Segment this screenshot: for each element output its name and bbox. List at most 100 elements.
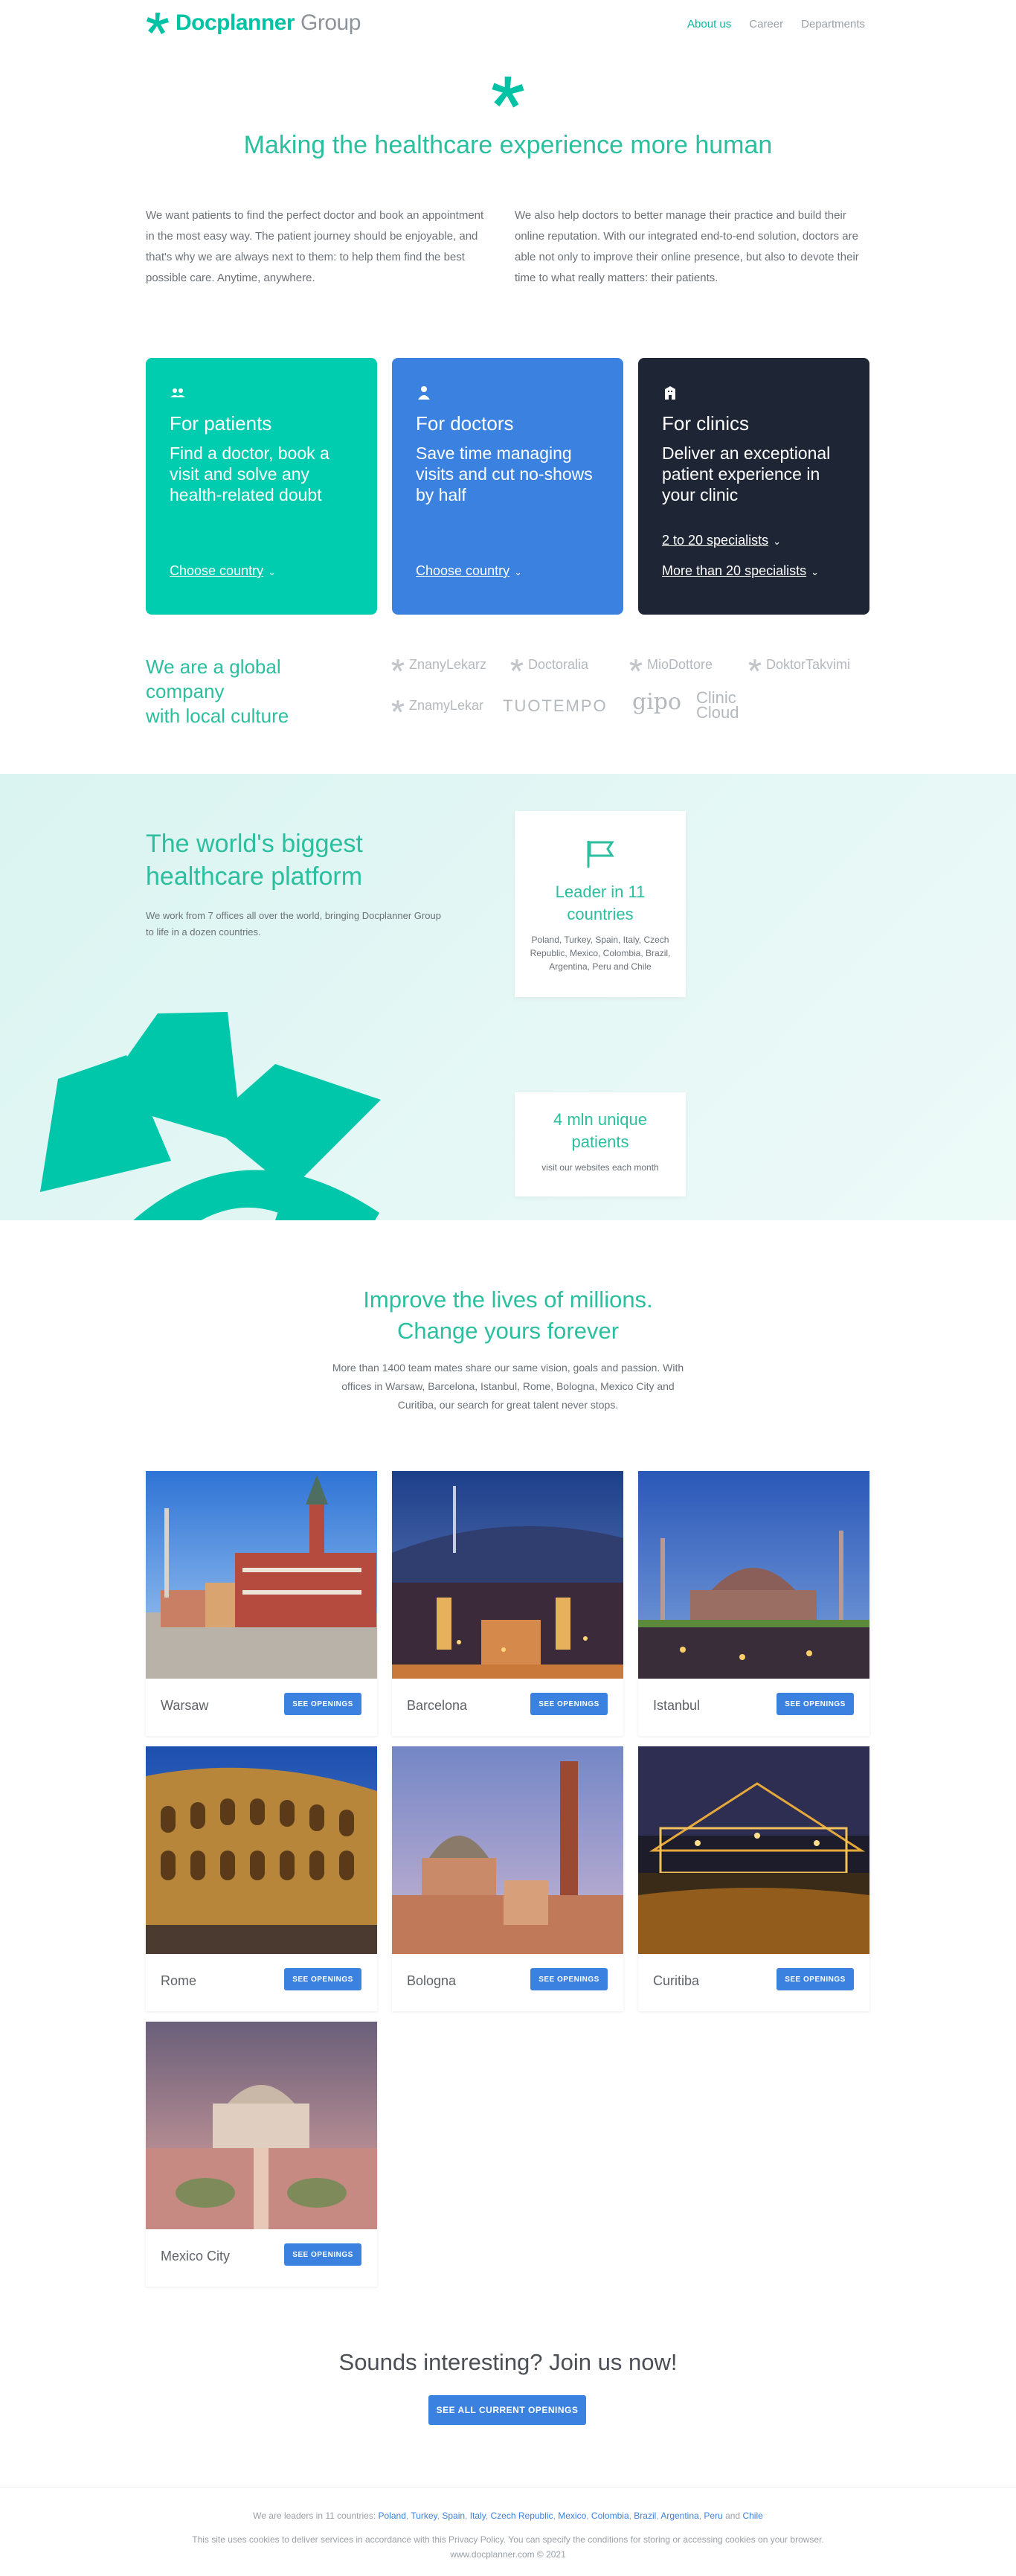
city-card-curitiba: Curitiba SEE OPENINGS bbox=[638, 1746, 869, 2011]
global-company-title: We are a global company with local cultu… bbox=[146, 655, 339, 728]
small-clinics-link[interactable]: 2 to 20 specialists ⌄ bbox=[662, 533, 781, 548]
chevron-down-icon: ⌄ bbox=[268, 566, 276, 577]
footer-countries: We are leaders in 11 countries: Poland, … bbox=[253, 2511, 763, 2521]
brand-znamylekar[interactable]: ZnamyLekar bbox=[391, 698, 483, 714]
intro-title: Making the healthcare experience more hu… bbox=[243, 131, 773, 159]
main-nav: About us Career Departments bbox=[687, 18, 865, 31]
chevron-down-icon: ⌄ bbox=[811, 566, 820, 577]
countries-prefix: We are leaders in 11 countries: bbox=[253, 2511, 376, 2521]
stat-text: Poland, Turkey, Spain, Italy, Czech Repu… bbox=[530, 935, 671, 972]
city-card-istanbul: Istanbul SEE OPENINGS bbox=[638, 1471, 869, 1736]
brand-name: ZnanyLekarz bbox=[409, 657, 487, 672]
brand-name: ZnamyLekar bbox=[409, 698, 484, 713]
title-line: We are a global bbox=[146, 656, 281, 678]
countries-and: and bbox=[725, 2511, 741, 2521]
title-line: Change yours forever bbox=[396, 1318, 620, 1344]
country-link-italy[interactable]: Italy bbox=[470, 2511, 486, 2521]
card-title: For patients bbox=[170, 412, 272, 435]
title-line: Improve the lives of millions. bbox=[363, 1287, 653, 1313]
nav-departments[interactable]: Departments bbox=[801, 18, 865, 31]
title-line: with local culture bbox=[146, 705, 289, 727]
nav-career[interactable]: Career bbox=[749, 18, 783, 31]
see-openings-button-rome[interactable]: SEE OPENINGS bbox=[284, 1968, 361, 1990]
brand-star-icon bbox=[748, 659, 762, 671]
country-link-mexico[interactable]: Mexico bbox=[558, 2511, 586, 2521]
see-openings-button-curitiba[interactable]: SEE OPENINGS bbox=[777, 1968, 854, 1990]
building-icon bbox=[665, 386, 675, 400]
rome-photo bbox=[146, 1746, 377, 1954]
chevron-down-icon: ⌄ bbox=[514, 566, 522, 577]
city-name: Istanbul bbox=[653, 1698, 701, 1713]
city-name: Warsaw bbox=[161, 1698, 209, 1713]
users-icon bbox=[170, 388, 185, 397]
country-link-argentina[interactable]: Argentina bbox=[660, 2511, 698, 2521]
see-openings-button-warsaw[interactable]: SEE OPENINGS bbox=[284, 1693, 361, 1715]
card-title: For doctors bbox=[416, 412, 514, 435]
world-title: The world's biggest healthcare platform bbox=[146, 830, 363, 891]
link-label: Choose country bbox=[170, 563, 264, 578]
country-link-colombia[interactable]: Colombia bbox=[591, 2511, 629, 2521]
brand-znanylekarz[interactable]: ZnanyLekarz bbox=[391, 657, 486, 673]
card-title: For clinics bbox=[662, 412, 750, 435]
logo[interactable]: Docplanner Group bbox=[146, 10, 361, 36]
curitiba-photo bbox=[638, 1746, 869, 1954]
see-openings-button-bologna[interactable]: SEE OPENINGS bbox=[530, 1968, 608, 1990]
docplanner-large-star-icon bbox=[40, 1012, 381, 1220]
world-section: The world's biggest healthcare platform … bbox=[0, 774, 1016, 1220]
card-for-clinics: For clinics Deliver an exceptional patie… bbox=[638, 358, 869, 615]
card-text: Deliver an exceptional patient experienc… bbox=[662, 443, 831, 504]
doctor-icon bbox=[418, 386, 430, 400]
stat-title: Leader in 11 countries bbox=[555, 882, 646, 923]
warsaw-photo bbox=[146, 1471, 377, 1679]
link-label: Choose country bbox=[416, 563, 510, 578]
country-link-peru[interactable]: Peru bbox=[704, 2511, 722, 2521]
country-link-spain[interactable]: Spain bbox=[442, 2511, 465, 2521]
see-openings-button-istanbul[interactable]: SEE OPENINGS bbox=[777, 1693, 854, 1715]
country-link-czech-republic[interactable]: Czech Republic bbox=[491, 2511, 553, 2521]
country-link-brazil[interactable]: Brazil bbox=[634, 2511, 656, 2521]
card-for-doctors: For doctors Save time managing visits an… bbox=[392, 358, 623, 615]
brand-star-icon bbox=[510, 659, 524, 671]
link-label: More than 20 specialists bbox=[662, 563, 807, 578]
intro-text-right: We also help doctors to better manage th… bbox=[515, 209, 859, 284]
copyright: www.docplanner.com © 2021 bbox=[450, 2549, 566, 2560]
world-text: We work from 7 offices all over the worl… bbox=[146, 910, 441, 938]
city-card-warsaw: Warsaw SEE OPENINGS bbox=[146, 1471, 377, 1736]
chevron-down-icon: ⌄ bbox=[773, 536, 781, 547]
brand-gipo[interactable]: gipo bbox=[632, 689, 681, 715]
brand-star-icon bbox=[629, 659, 643, 671]
country-link-chile[interactable]: Chile bbox=[742, 2511, 762, 2521]
improve-text: More than 1400 team mates share our same… bbox=[332, 1362, 684, 1411]
brand-clinic-cloud[interactable]: Clinic Cloud bbox=[696, 690, 739, 722]
brand-doctoralia[interactable]: Doctoralia bbox=[510, 657, 588, 673]
choose-country-link-patients[interactable]: Choose country ⌄ bbox=[170, 563, 276, 579]
barcelona-photo bbox=[392, 1471, 623, 1679]
logo-main-text: Docplanner bbox=[176, 10, 295, 35]
see-all-openings-button[interactable]: SEE ALL CURRENT OPENINGS bbox=[428, 2395, 586, 2425]
brand-star-icon bbox=[391, 659, 405, 671]
brand-name: Cloud bbox=[696, 703, 739, 722]
city-name: Barcelona bbox=[407, 1698, 468, 1713]
country-link-poland[interactable]: Poland bbox=[379, 2511, 406, 2521]
nav-about-us[interactable]: About us bbox=[687, 18, 731, 31]
flag-icon bbox=[587, 841, 614, 868]
istanbul-photo bbox=[638, 1471, 869, 1679]
city-card-mexico-city: Mexico City SEE OPENINGS bbox=[146, 2022, 377, 2287]
city-card-rome: Rome SEE OPENINGS bbox=[146, 1746, 377, 2011]
brand-doktortakvimi[interactable]: DoktorTakvimi bbox=[748, 657, 850, 673]
brand-tuotempo[interactable]: TUOTEMPO bbox=[503, 696, 608, 716]
brand-name: gipo bbox=[632, 689, 682, 715]
stat-title: 4 mln unique patients bbox=[553, 1110, 647, 1151]
brand-miodottore[interactable]: MioDottore bbox=[629, 657, 713, 673]
see-openings-button-barcelona[interactable]: SEE OPENINGS bbox=[530, 1693, 608, 1715]
see-openings-button-mexico-city[interactable]: SEE OPENINGS bbox=[284, 2243, 361, 2266]
brand-name: MioDottore bbox=[647, 657, 713, 672]
choose-country-link-doctors[interactable]: Choose country ⌄ bbox=[416, 563, 522, 579]
country-link-turkey[interactable]: Turkey bbox=[411, 2511, 437, 2521]
title-line: company bbox=[146, 680, 225, 702]
brand-name: TUOTEMPO bbox=[503, 696, 608, 715]
docplanner-star-icon bbox=[492, 76, 524, 108]
large-clinics-link[interactable]: More than 20 specialists ⌄ bbox=[662, 563, 819, 579]
docplanner-logo-icon bbox=[147, 13, 169, 34]
city-name: Curitiba bbox=[653, 1973, 700, 1988]
